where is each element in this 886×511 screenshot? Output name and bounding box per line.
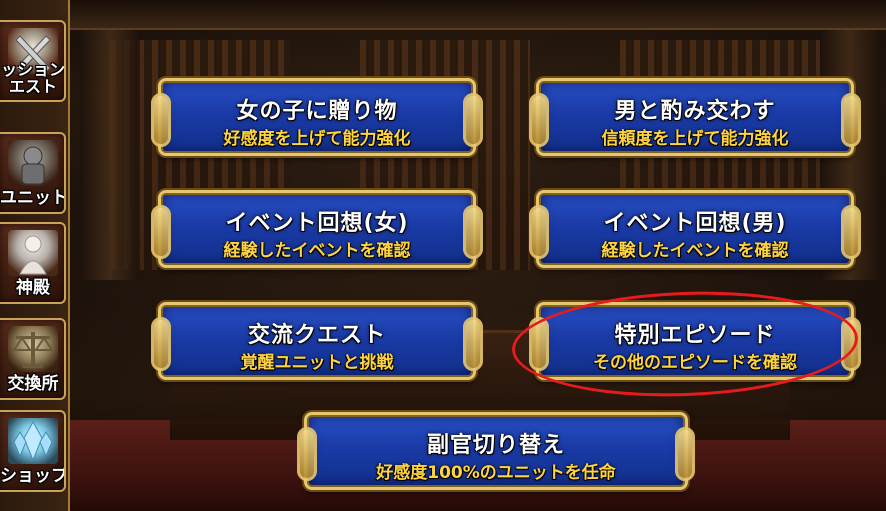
button-subtitle: その他のエピソードを確認 <box>593 353 797 373</box>
sidebar-item-label: ショップ <box>0 466 66 487</box>
button-title: 副官切り替え <box>426 433 565 458</box>
button-title: 男と酌み交わす <box>614 99 776 124</box>
crystal-icon <box>8 418 58 464</box>
sidebar-item-temple[interactable]: 神殿 <box>0 222 66 304</box>
knight-icon <box>8 140 58 186</box>
ceiling-trim <box>0 0 886 30</box>
sidebar-item-label: 交換所 <box>7 374 59 395</box>
button-title: 交流クエスト <box>247 323 386 348</box>
event-recall-female-button[interactable]: イベント回想(女) 経験したイベントを確認 <box>151 190 483 268</box>
pillar-left <box>80 30 140 280</box>
goddess-icon <box>8 230 58 276</box>
sidebar-item-unit[interactable]: ユニット <box>0 132 66 214</box>
button-title: イベント回想(男) <box>603 211 787 236</box>
button-subtitle: 好感度100%のユニットを任命 <box>376 463 616 483</box>
gift-to-girls-button[interactable]: 女の子に贈り物 好感度を上げて能力強化 <box>151 78 483 156</box>
button-subtitle: 経験したイベントを確認 <box>601 241 789 261</box>
scales-icon <box>8 326 58 372</box>
drink-with-men-button[interactable]: 男と酌み交わす 信頼度を上げて能力強化 <box>529 78 861 156</box>
button-title: 特別エピソード <box>614 323 776 348</box>
left-sidebar: ッション エスト ユニット 神殿 交換所 ショップ <box>0 0 70 511</box>
sidebar-item-label: 神殿 <box>16 278 50 299</box>
exchange-quest-button[interactable]: 交流クエスト 覚醒ユニットと挑戦 <box>151 302 483 380</box>
button-title: イベント回想(女) <box>225 211 409 236</box>
sidebar-item-exchange[interactable]: 交換所 <box>0 318 66 400</box>
button-subtitle: 覚醒ユニットと挑戦 <box>240 353 394 373</box>
special-episode-button[interactable]: 特別エピソード その他のエピソードを確認 <box>529 302 861 380</box>
sidebar-item-mission-quest[interactable]: ッション エスト <box>0 20 66 102</box>
button-subtitle: 好感度を上げて能力強化 <box>223 129 411 149</box>
button-title: 女の子に贈り物 <box>236 99 398 124</box>
button-subtitle: 経験したイベントを確認 <box>223 241 411 261</box>
event-recall-male-button[interactable]: イベント回想(男) 経験したイベントを確認 <box>529 190 861 268</box>
sidebar-item-label: ッション エスト <box>0 60 65 97</box>
sidebar-item-shop[interactable]: ショップ <box>0 410 66 492</box>
switch-adjutant-button[interactable]: 副官切り替え 好感度100%のユニットを任命 <box>297 412 695 490</box>
button-subtitle: 信頼度を上げて能力強化 <box>601 129 789 149</box>
sidebar-item-label: ユニット <box>0 188 66 209</box>
